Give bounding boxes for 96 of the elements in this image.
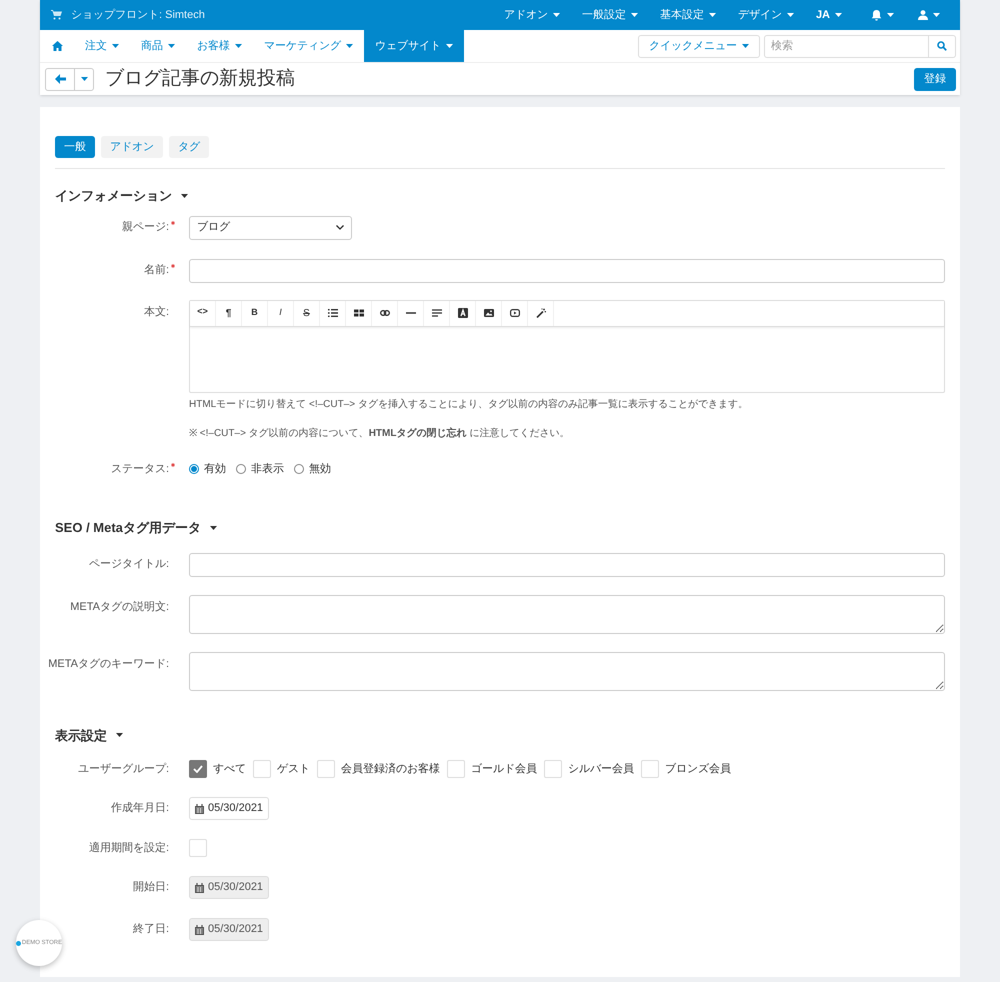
caret-icon bbox=[181, 194, 188, 198]
section-heading[interactable]: SEO / Metaタグ用データ bbox=[55, 518, 217, 538]
checkbox-label[interactable]: ゲスト bbox=[277, 760, 310, 778]
caret-icon bbox=[742, 44, 749, 48]
caret-icon bbox=[112, 44, 119, 48]
section-heading[interactable]: インフォメーション bbox=[55, 186, 188, 206]
caret-icon bbox=[835, 13, 842, 17]
field-label: METAタグの説明文: bbox=[70, 600, 169, 614]
tab[interactable]: タグ bbox=[169, 136, 209, 158]
note-text: ※ <!–CUT–> タグ以前の内容について、HTMLタグの閉じ忘れ に注意してください。 bbox=[189, 426, 570, 440]
video-icon bbox=[510, 308, 520, 318]
toolbar-button[interactable]: <> bbox=[190, 300, 216, 326]
image-icon bbox=[484, 308, 494, 318]
field-label: 親ページ: bbox=[122, 220, 169, 236]
font-color-icon bbox=[458, 308, 468, 318]
toolbar-button[interactable]: I bbox=[268, 300, 294, 326]
field-label: 本文: bbox=[144, 304, 169, 320]
caret-icon bbox=[346, 44, 353, 48]
required-icon bbox=[169, 460, 175, 466]
caret-icon bbox=[786, 13, 794, 17]
caret-icon bbox=[630, 13, 638, 17]
search-button[interactable] bbox=[929, 34, 956, 58]
caret-icon bbox=[210, 526, 217, 530]
field-label: METAタグのキーワード: bbox=[48, 656, 169, 672]
radio-label[interactable]: 無効 bbox=[309, 460, 331, 477]
field-label: ユーザーグループ: bbox=[78, 762, 169, 777]
arrow-left-icon bbox=[54, 74, 66, 84]
nav-tab[interactable]: 注文 bbox=[74, 30, 130, 62]
help-text: HTMLモードに切り替えて <!–CUT–> タグを挿入することにより、タグ以前の内容のみ記事一覧に表示することができます。 bbox=[189, 398, 749, 412]
field-label: 終了日: bbox=[132, 922, 169, 938]
radio-button[interactable] bbox=[236, 464, 246, 474]
search-field[interactable]: 検索 bbox=[764, 34, 929, 58]
toolbar-button[interactable]: B bbox=[242, 300, 268, 326]
caret-icon bbox=[552, 13, 560, 17]
calendar-icon bbox=[195, 924, 204, 934]
section-heading[interactable]: 表示設定 bbox=[55, 726, 123, 745]
top-menu[interactable]: 一般設定 bbox=[570, 0, 649, 30]
cart-icon[interactable] bbox=[51, 10, 62, 20]
magic-wand-icon bbox=[536, 308, 546, 318]
radio-label[interactable]: 非表示 bbox=[251, 460, 284, 477]
top-menu[interactable]: JA bbox=[804, 0, 853, 30]
required-icon bbox=[169, 262, 175, 268]
checkmark-icon bbox=[193, 765, 203, 773]
caret-icon bbox=[446, 44, 453, 48]
checkbox-label[interactable]: ゴールド会員 bbox=[471, 760, 537, 778]
nav-tab[interactable]: お客様 bbox=[186, 30, 253, 62]
chevron-icon bbox=[336, 225, 344, 230]
align-icon bbox=[432, 308, 442, 318]
logo-icon bbox=[16, 940, 21, 946]
user-icon bbox=[918, 10, 928, 20]
link-icon bbox=[380, 308, 390, 318]
bell-icon bbox=[871, 10, 882, 20]
top-menu[interactable]: 基本設定 bbox=[648, 0, 727, 30]
page-title: ブログ記事の新規投稿 bbox=[105, 66, 295, 91]
nav-tab[interactable]: ウェブサイト bbox=[364, 30, 464, 62]
radio-button[interactable] bbox=[189, 464, 199, 474]
calendar-icon bbox=[195, 804, 204, 814]
caret-icon bbox=[708, 13, 716, 17]
caret-icon bbox=[933, 13, 940, 17]
top-menu[interactable]: デザイン bbox=[726, 0, 805, 30]
nav-tab[interactable]: マーケティング bbox=[253, 30, 364, 62]
tab[interactable]: 一般 bbox=[55, 136, 95, 158]
name-field[interactable] bbox=[189, 258, 945, 282]
table-icon bbox=[354, 308, 364, 318]
checkbox-label[interactable]: ブロンズ会員 bbox=[665, 760, 731, 778]
quick-menu-button[interactable]: クイックメニュー bbox=[638, 34, 760, 58]
date-field[interactable]: 05/30/2021 bbox=[189, 797, 270, 820]
field-label: 開始日: bbox=[132, 880, 169, 896]
list-icon bbox=[328, 308, 338, 318]
checkbox-label[interactable]: すべて bbox=[213, 760, 246, 778]
toolbar-button[interactable]: S bbox=[294, 300, 320, 326]
field-label: ページタイトル: bbox=[88, 557, 169, 572]
caret-icon bbox=[235, 44, 242, 48]
caret-icon bbox=[80, 77, 88, 81]
store-name[interactable]: ショップフロント: Simtech bbox=[71, 6, 205, 24]
radio-button[interactable] bbox=[294, 464, 304, 474]
caret-icon bbox=[116, 733, 123, 738]
field-label: ステータス: bbox=[110, 462, 169, 476]
nav-tab[interactable]: 商品 bbox=[130, 30, 186, 62]
checkbox[interactable] bbox=[189, 760, 207, 778]
checkbox-label[interactable]: シルバー会員 bbox=[568, 760, 634, 778]
top-menu[interactable]: アドオン bbox=[492, 0, 571, 30]
search-icon bbox=[937, 41, 947, 51]
required-icon bbox=[169, 219, 175, 226]
toolbar-button[interactable]: ¶ bbox=[216, 300, 242, 326]
radio-label[interactable]: 有効 bbox=[204, 460, 226, 477]
caret-icon bbox=[887, 13, 894, 17]
input-field[interactable] bbox=[189, 552, 945, 576]
field-label: 作成年月日: bbox=[110, 801, 169, 816]
save-button[interactable]: 登録 bbox=[914, 68, 956, 90]
field-label: 適用期間を設定: bbox=[88, 840, 169, 856]
parent-page-select[interactable]: ブログ bbox=[189, 216, 352, 240]
calendar-icon bbox=[195, 882, 204, 892]
field-label: 名前: bbox=[144, 263, 169, 278]
caret-icon bbox=[168, 44, 175, 48]
checkbox-label[interactable]: 会員登録済のお客様 bbox=[341, 760, 440, 778]
